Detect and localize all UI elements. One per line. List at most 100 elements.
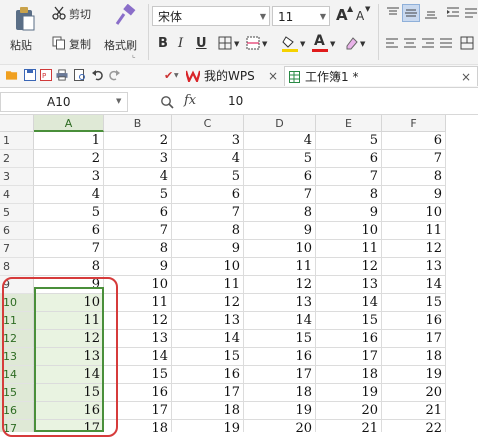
- cell-d14[interactable]: 17: [244, 366, 316, 384]
- cell-e12[interactable]: 16: [316, 330, 382, 348]
- cell-f10[interactable]: 15: [382, 294, 446, 312]
- border-icon[interactable]: [218, 36, 232, 50]
- cell-d3[interactable]: 6: [244, 168, 316, 186]
- cell-b4[interactable]: 5: [104, 186, 172, 204]
- cell-d11[interactable]: 14: [244, 312, 316, 330]
- cell-f17[interactable]: 22: [382, 420, 446, 432]
- cell-d15[interactable]: 18: [244, 384, 316, 402]
- eraser-icon[interactable]: [344, 36, 358, 50]
- fill-pattern-icon[interactable]: [246, 36, 260, 50]
- cell-d6[interactable]: 9: [244, 222, 316, 240]
- align-middle-icon[interactable]: [402, 4, 420, 22]
- cell-f3[interactable]: 8: [382, 168, 446, 186]
- align-right-icon[interactable]: [422, 37, 434, 49]
- cell-b14[interactable]: 15: [104, 366, 172, 384]
- undo-icon[interactable]: [92, 69, 104, 81]
- cell-a14[interactable]: 14: [34, 366, 104, 384]
- cell-b3[interactable]: 4: [104, 168, 172, 186]
- row-header[interactable]: 9: [0, 276, 34, 294]
- spreadsheet-grid[interactable]: ABCDEF 112345622345673345678445678955678…: [0, 115, 478, 432]
- cell-c13[interactable]: 15: [172, 348, 244, 366]
- grow-font-button[interactable]: A: [336, 6, 348, 24]
- cell-a7[interactable]: 7: [34, 240, 104, 258]
- cell-f8[interactable]: 13: [382, 258, 446, 276]
- cell-d12[interactable]: 15: [244, 330, 316, 348]
- cell-f13[interactable]: 18: [382, 348, 446, 366]
- cell-e15[interactable]: 19: [316, 384, 382, 402]
- underline-button[interactable]: U: [196, 36, 207, 51]
- cell-e13[interactable]: 17: [316, 348, 382, 366]
- column-header-b[interactable]: B: [104, 115, 172, 132]
- cell-b1[interactable]: 2: [104, 132, 172, 150]
- cell-f5[interactable]: 10: [382, 204, 446, 222]
- cell-c15[interactable]: 17: [172, 384, 244, 402]
- column-header-f[interactable]: F: [382, 115, 446, 132]
- cell-e7[interactable]: 11: [316, 240, 382, 258]
- format-painter-button[interactable]: 格式刷 ⌞: [104, 2, 144, 60]
- cell-b11[interactable]: 12: [104, 312, 172, 330]
- cell-b16[interactable]: 17: [104, 402, 172, 420]
- indent-icon[interactable]: [446, 6, 460, 20]
- cell-e11[interactable]: 15: [316, 312, 382, 330]
- row-header[interactable]: 14: [0, 366, 34, 384]
- cell-b7[interactable]: 8: [104, 240, 172, 258]
- row-header[interactable]: 17: [0, 420, 34, 432]
- column-header-a[interactable]: A: [34, 115, 104, 132]
- cell-e16[interactable]: 20: [316, 402, 382, 420]
- row-header[interactable]: 8: [0, 258, 34, 276]
- cell-a4[interactable]: 4: [34, 186, 104, 204]
- cell-b10[interactable]: 11: [104, 294, 172, 312]
- export-pdf-icon[interactable]: P: [40, 69, 52, 81]
- fill-color-icon[interactable]: [282, 34, 298, 52]
- cell-a3[interactable]: 3: [34, 168, 104, 186]
- cell-c2[interactable]: 4: [172, 150, 244, 168]
- row-header[interactable]: 15: [0, 384, 34, 402]
- row-header[interactable]: 1: [0, 132, 34, 150]
- justify-icon[interactable]: [440, 37, 452, 49]
- open-folder-icon[interactable]: [6, 69, 18, 81]
- cell-a12[interactable]: 12: [34, 330, 104, 348]
- chevron-down-icon[interactable]: ▼: [300, 40, 305, 48]
- tab-my-wps[interactable]: 我的WPS ×: [184, 66, 284, 86]
- launcher-icon[interactable]: ⌞: [132, 50, 136, 59]
- cell-c3[interactable]: 5: [172, 168, 244, 186]
- row-header[interactable]: 4: [0, 186, 34, 204]
- cell-c14[interactable]: 16: [172, 366, 244, 384]
- cell-c5[interactable]: 7: [172, 204, 244, 222]
- cell-b13[interactable]: 14: [104, 348, 172, 366]
- align-center-icon[interactable]: [404, 37, 416, 49]
- cell-f9[interactable]: 14: [382, 276, 446, 294]
- cell-e17[interactable]: 21: [316, 420, 382, 432]
- cell-b8[interactable]: 9: [104, 258, 172, 276]
- cell-f7[interactable]: 12: [382, 240, 446, 258]
- cell-c1[interactable]: 3: [172, 132, 244, 150]
- cell-f15[interactable]: 20: [382, 384, 446, 402]
- copy-button[interactable]: 复制: [52, 34, 98, 54]
- save-icon[interactable]: [24, 69, 36, 81]
- cell-c16[interactable]: 18: [172, 402, 244, 420]
- cell-b12[interactable]: 13: [104, 330, 172, 348]
- cell-d10[interactable]: 13: [244, 294, 316, 312]
- merge-cells-icon[interactable]: [460, 36, 474, 50]
- cell-f12[interactable]: 17: [382, 330, 446, 348]
- row-header[interactable]: 12: [0, 330, 34, 348]
- customize-toolbar-icon[interactable]: ✔: [164, 69, 173, 82]
- cell-c4[interactable]: 6: [172, 186, 244, 204]
- cell-b17[interactable]: 18: [104, 420, 172, 432]
- cell-e6[interactable]: 10: [316, 222, 382, 240]
- cell-a2[interactable]: 2: [34, 150, 104, 168]
- cell-e10[interactable]: 14: [316, 294, 382, 312]
- bold-button[interactable]: B: [158, 36, 168, 51]
- cell-b5[interactable]: 6: [104, 204, 172, 222]
- row-header[interactable]: 6: [0, 222, 34, 240]
- font-color-button[interactable]: A: [312, 33, 328, 53]
- wrap-icon[interactable]: [464, 6, 478, 20]
- cell-b15[interactable]: 16: [104, 384, 172, 402]
- search-function-icon[interactable]: [160, 95, 174, 109]
- align-top-icon[interactable]: [386, 6, 400, 20]
- cell-b6[interactable]: 7: [104, 222, 172, 240]
- font-size-select[interactable]: 11 ▼: [272, 6, 330, 26]
- italic-button[interactable]: I: [178, 36, 183, 51]
- column-header-e[interactable]: E: [316, 115, 382, 132]
- cell-a9[interactable]: 9: [34, 276, 104, 294]
